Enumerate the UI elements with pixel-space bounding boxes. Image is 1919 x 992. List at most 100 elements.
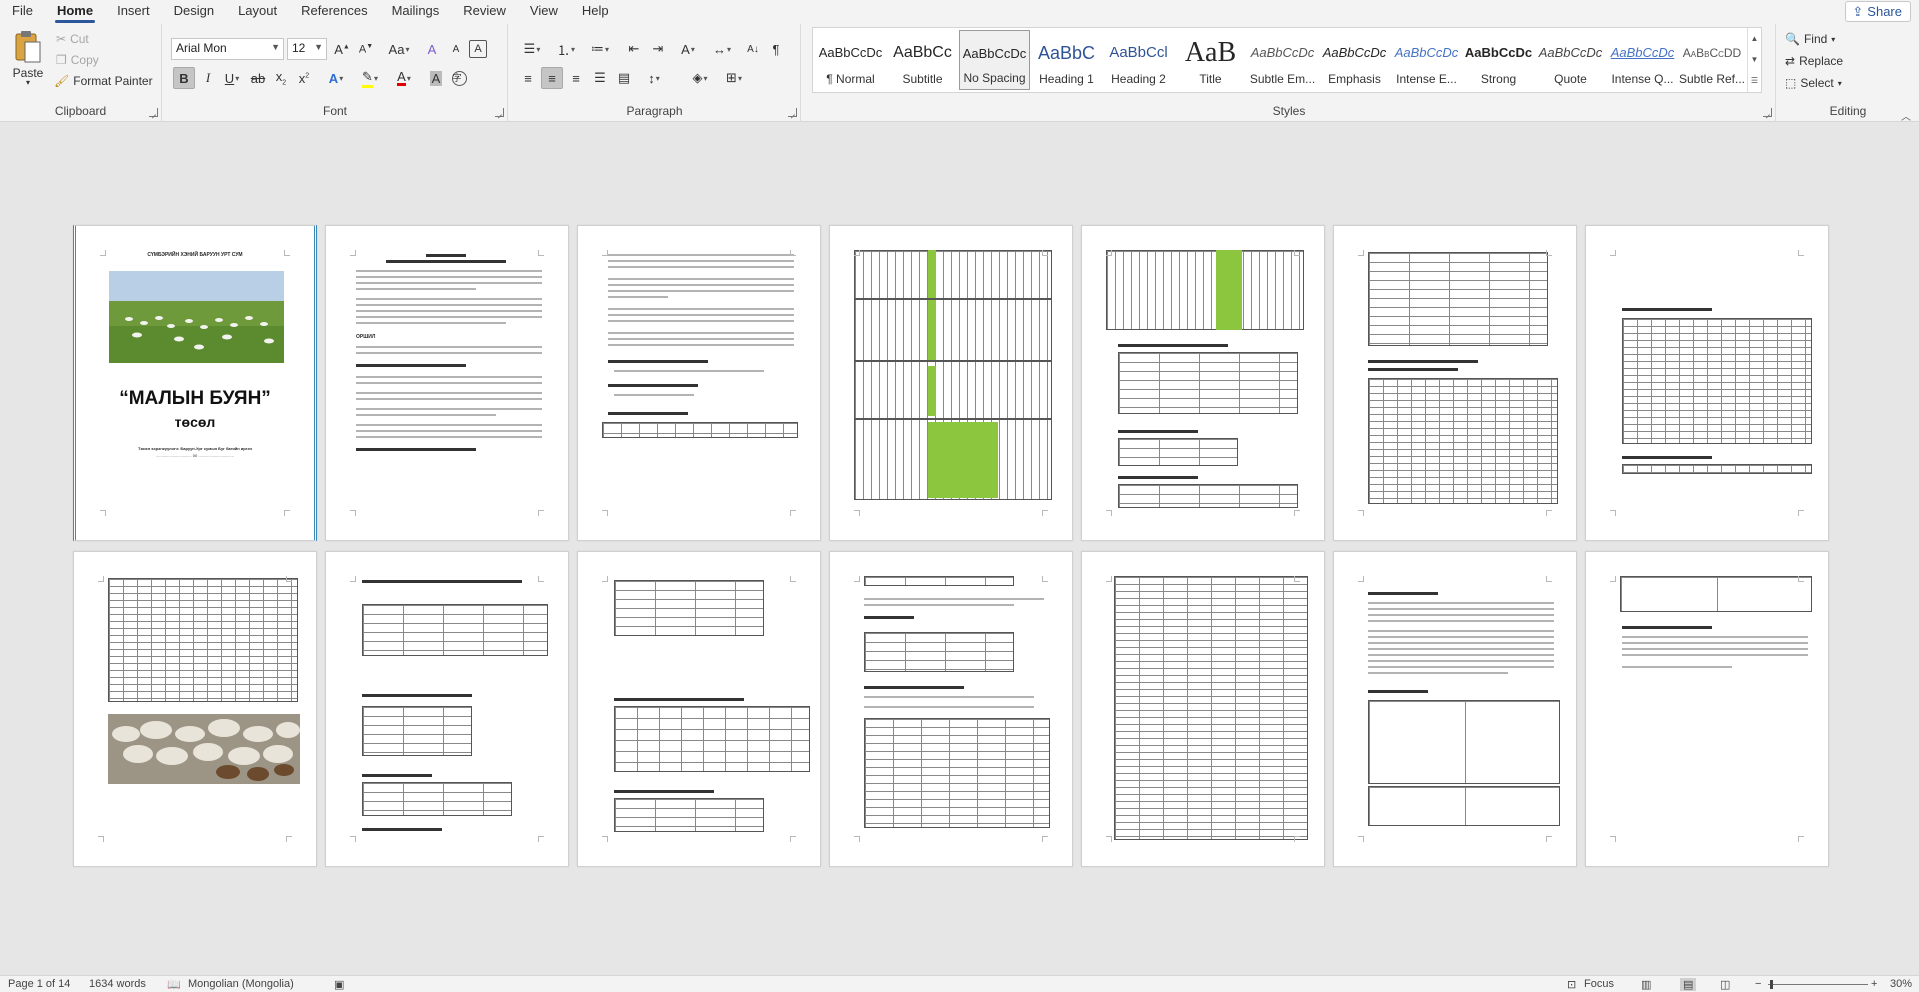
- tab-references[interactable]: References: [289, 0, 379, 24]
- style-subtle-emphasis[interactable]: AaBbCcDc Subtle Em...: [1247, 30, 1318, 90]
- tab-help[interactable]: Help: [570, 0, 621, 24]
- zoom-slider[interactable]: [1768, 980, 1868, 989]
- page-thumbnail[interactable]: [1585, 551, 1829, 867]
- phonetic-guide-button[interactable]: A: [445, 38, 467, 60]
- superscript-button[interactable]: x2: [293, 67, 315, 89]
- tab-home[interactable]: Home: [45, 0, 105, 24]
- line-spacing-button[interactable]: ↕: [639, 67, 669, 89]
- find-button[interactable]: 🔍 Find ▾: [1785, 32, 1835, 46]
- proofing-icon[interactable]: 📖: [167, 978, 181, 991]
- page-thumbnail[interactable]: [1333, 225, 1577, 541]
- page-thumbnail[interactable]: СҮМБЭРИЙН ХЭНИЙ БАРУУН УРТ СУМ “МАЛЫН БУ…: [73, 225, 317, 541]
- bullets-button[interactable]: ☰: [517, 38, 547, 60]
- styles-launcher-icon[interactable]: [1763, 108, 1772, 117]
- copy-button[interactable]: ❐ Copy: [56, 53, 99, 67]
- clipboard-launcher-icon[interactable]: [149, 108, 158, 117]
- style-no-spacing[interactable]: AaBbCcDc No Spacing: [959, 30, 1030, 90]
- share-button[interactable]: ⇪ Share: [1845, 1, 1911, 22]
- tab-review[interactable]: Review: [451, 0, 518, 24]
- align-center-button[interactable]: ≡: [541, 67, 563, 89]
- shrink-font-button[interactable]: A▼: [355, 38, 377, 60]
- page-count[interactable]: Page 1 of 14: [8, 978, 70, 990]
- gallery-up-icon[interactable]: ▲: [1748, 28, 1761, 49]
- page-thumbnail[interactable]: [73, 551, 317, 867]
- style-emphasis[interactable]: AaBbCcDc Emphasis: [1319, 30, 1390, 90]
- clear-formatting-button[interactable]: A: [421, 38, 443, 60]
- style-quote[interactable]: AaBbCcDc Quote: [1535, 30, 1606, 90]
- focus-button[interactable]: Focus: [1584, 978, 1614, 990]
- web-layout-icon[interactable]: ◫: [1720, 978, 1730, 991]
- style-subtitle[interactable]: AaBbCc Subtitle: [887, 30, 958, 90]
- cut-button[interactable]: ✂ Cut: [56, 32, 89, 46]
- tab-layout[interactable]: Layout: [226, 0, 289, 24]
- word-count[interactable]: 1634 words: [89, 978, 146, 990]
- character-scaling-button[interactable]: ↔: [707, 38, 737, 60]
- change-case-button[interactable]: Aa: [384, 38, 414, 60]
- font-size-box[interactable]: 12 ▼: [287, 38, 327, 60]
- enclose-characters-button[interactable]: 字: [448, 67, 470, 89]
- select-button[interactable]: ⬚ Select ▾: [1785, 76, 1842, 90]
- paste-dropdown-icon[interactable]: ▾: [26, 78, 30, 87]
- tab-insert[interactable]: Insert: [105, 0, 162, 24]
- subscript-button[interactable]: x2: [270, 67, 292, 89]
- bold-button[interactable]: B: [173, 67, 195, 89]
- paragraph-launcher-icon[interactable]: [788, 108, 797, 117]
- style-subtle-reference[interactable]: AaBbCcDD Subtle Ref...: [1677, 30, 1747, 90]
- page-thumbnail[interactable]: [577, 225, 821, 541]
- style-intense-quote[interactable]: AaBbCcDc Intense Q...: [1607, 30, 1678, 90]
- font-color-button[interactable]: A: [389, 67, 419, 89]
- page-thumbnail[interactable]: [829, 551, 1073, 867]
- paste-button[interactable]: Paste ▾: [10, 30, 46, 90]
- gallery-more-icon[interactable]: ☰: [1748, 70, 1761, 91]
- italic-button[interactable]: I: [197, 67, 219, 89]
- tab-view[interactable]: View: [518, 0, 570, 24]
- tab-design[interactable]: Design: [162, 0, 226, 24]
- decrease-indent-button[interactable]: ⇤: [623, 38, 645, 60]
- page-thumbnail[interactable]: ОРШИЛ: [325, 225, 569, 541]
- highlight-button[interactable]: ✎: [355, 67, 385, 89]
- page-thumbnail[interactable]: [1333, 551, 1577, 867]
- character-border-button[interactable]: A: [469, 40, 487, 58]
- grow-font-button[interactable]: A▲: [331, 38, 353, 60]
- style-heading-1[interactable]: AaBbC Heading 1: [1031, 30, 1102, 90]
- underline-button[interactable]: U: [219, 67, 245, 89]
- print-layout-icon[interactable]: ▤: [1680, 978, 1697, 991]
- gallery-down-icon[interactable]: ▼: [1748, 49, 1761, 70]
- page-thumbnail[interactable]: [325, 551, 569, 867]
- page-thumbnail[interactable]: [829, 225, 1073, 541]
- zoom-slider-thumb[interactable]: [1770, 980, 1773, 989]
- format-painter-button[interactable]: 🖌 Format Painter: [54, 74, 153, 88]
- text-effects-button[interactable]: A: [321, 67, 351, 89]
- strikethrough-button[interactable]: ab: [247, 67, 269, 89]
- align-left-button[interactable]: ≡: [517, 67, 539, 89]
- style-intense-emphasis[interactable]: AaBbCcDc Intense E...: [1391, 30, 1462, 90]
- align-right-button[interactable]: ≡: [565, 67, 587, 89]
- shading-button[interactable]: ◈: [685, 67, 715, 89]
- page-thumbnail[interactable]: [1081, 225, 1325, 541]
- asian-layout-button[interactable]: A: [673, 38, 703, 60]
- page-thumbnail[interactable]: [1081, 551, 1325, 867]
- multilevel-list-button[interactable]: ≔: [585, 38, 615, 60]
- increase-indent-button[interactable]: ⇥: [647, 38, 669, 60]
- document-area[interactable]: СҮМБЭРИЙН ХЭНИЙ БАРУУН УРТ СУМ “МАЛЫН БУ…: [0, 123, 1919, 975]
- tab-mailings[interactable]: Mailings: [380, 0, 452, 24]
- character-shading-button[interactable]: A: [425, 67, 447, 89]
- page-thumbnail[interactable]: [577, 551, 821, 867]
- font-name-box[interactable]: Arial Mon ▼: [171, 38, 284, 60]
- collapse-ribbon-icon[interactable]: ︿: [1901, 108, 1911, 123]
- tab-file[interactable]: File: [0, 0, 45, 24]
- macro-recording-icon[interactable]: ▣: [334, 978, 344, 991]
- sort-button[interactable]: A↓: [742, 38, 764, 60]
- distributed-button[interactable]: ▤: [613, 67, 635, 89]
- numbering-button[interactable]: ⒈: [551, 38, 581, 60]
- borders-button[interactable]: ⊞: [719, 67, 749, 89]
- justify-button[interactable]: ☰: [589, 67, 611, 89]
- font-launcher-icon[interactable]: [495, 108, 504, 117]
- zoom-level[interactable]: 30%: [1890, 978, 1912, 990]
- style-title[interactable]: AaB Title: [1175, 30, 1246, 90]
- language-indicator[interactable]: Mongolian (Mongolia): [188, 978, 294, 990]
- style-normal[interactable]: AaBbCcDc ¶ Normal: [815, 30, 886, 90]
- zoom-in-icon[interactable]: +: [1871, 978, 1877, 990]
- style-strong[interactable]: AaBbCcDc Strong: [1463, 30, 1534, 90]
- style-heading-2[interactable]: AaBbCcl Heading 2: [1103, 30, 1174, 90]
